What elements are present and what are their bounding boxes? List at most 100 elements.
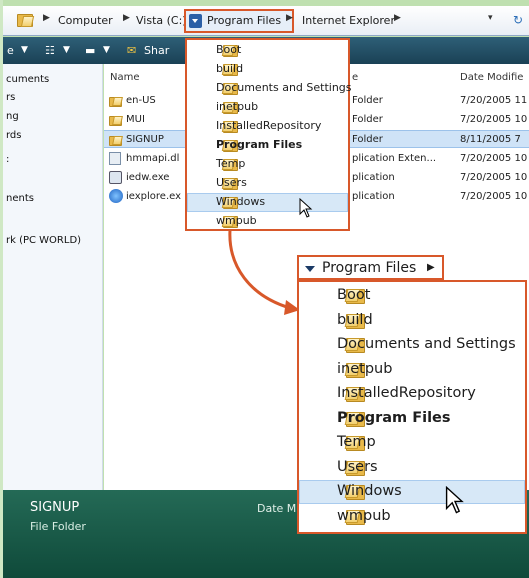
menu-item-label: Program Files — [216, 138, 303, 151]
file-type: plication Exten... — [352, 153, 437, 164]
zoom-menu-item-installedrepository[interactable]: InstalledRepository — [299, 382, 525, 406]
menu-item-label: InstalledRepository — [216, 119, 322, 132]
chevron-right-icon: ▶ — [43, 13, 50, 23]
zoom-menu-item-wmpub[interactable]: wmpub — [299, 505, 525, 529]
file-name: hmmapi.dl — [126, 153, 180, 164]
folder-icon — [194, 43, 238, 58]
file-type: Folder — [352, 134, 383, 145]
chevron-right-icon[interactable]: ▶ — [427, 262, 435, 273]
menu-item-documents-and-settings[interactable]: Documents and Settings — [187, 79, 352, 98]
zoom-menu-item-windows[interactable]: Windows — [299, 480, 525, 504]
folder-icon — [194, 138, 238, 153]
breadcrumb-vista-c[interactable]: Vista (C:) — [136, 14, 187, 27]
folder-icon — [17, 12, 35, 28]
folder-icon — [308, 507, 365, 526]
nav-item-network[interactable]: rk (PC WORLD) — [6, 235, 81, 246]
address-bar[interactable]: ▶ Computer ▶ Vista (C:) Program Files ▶ … — [3, 6, 529, 36]
chevron-down-icon[interactable]: ▼ — [103, 45, 110, 55]
menu-item-label: build — [337, 312, 373, 328]
file-date: 7/20/2005 11 — [460, 95, 528, 106]
details-name: SIGNUP — [30, 500, 80, 515]
folder-icon — [194, 195, 238, 210]
file-name: MUI — [126, 114, 145, 125]
program-files-dropdown: Boot build Documents and Settings inetpu… — [185, 38, 352, 231]
chevron-down-icon[interactable] — [189, 14, 202, 28]
menu-item-label: Windows — [216, 195, 266, 208]
menu-item-inetpub[interactable]: inetpub — [187, 98, 348, 117]
menu-item-program-files[interactable]: Program Files — [187, 136, 348, 155]
chevron-right-icon[interactable]: ▶ — [394, 13, 401, 23]
nav-item-recent[interactable]: nents — [6, 193, 34, 204]
zoomed-breadcrumb-program-files[interactable]: Program Files ▶ — [297, 255, 444, 280]
folder-icon — [194, 176, 238, 191]
menu-item-temp[interactable]: Temp — [187, 155, 348, 174]
ie-file-icon — [109, 189, 123, 203]
views-icon[interactable]: ☷ — [45, 44, 55, 57]
share-button[interactable]: Shar — [144, 44, 169, 57]
menu-item-label: Program Files — [337, 410, 451, 426]
folder-icon — [109, 113, 123, 127]
file-date: 7/20/2005 10 — [460, 172, 528, 183]
refresh-icon[interactable]: ↻ — [513, 13, 523, 27]
file-type: plication — [352, 191, 395, 202]
menu-item-label: InstalledRepository — [337, 385, 476, 401]
breadcrumb-computer[interactable]: Computer — [58, 14, 113, 27]
zoom-menu-item-temp[interactable]: Temp — [299, 431, 525, 455]
zoom-menu-item-program-files[interactable]: Program Files — [299, 407, 525, 431]
menu-item-boot[interactable]: Boot — [187, 41, 348, 60]
file-date: 7/20/2005 10 — [460, 114, 528, 125]
chevron-right-icon[interactable]: ▶ — [123, 13, 130, 23]
folder-icon — [109, 94, 123, 108]
folder-icon — [308, 335, 365, 354]
folder-icon — [194, 100, 238, 115]
column-header-date[interactable]: Date Modifie — [460, 72, 523, 83]
zoom-menu-item-boot[interactable]: Boot — [299, 284, 525, 308]
chevron-down-icon[interactable] — [305, 266, 315, 272]
nav-item-music[interactable]: ng — [6, 111, 19, 122]
column-header-name[interactable]: Name — [110, 72, 140, 83]
file-name: iexplore.ex — [126, 191, 182, 202]
menu-item-installedrepository[interactable]: InstalledRepository — [187, 117, 348, 136]
details-date-label: Date M — [257, 502, 297, 515]
chevron-down-icon[interactable]: ▼ — [63, 45, 70, 55]
column-header-type[interactable]: e — [352, 72, 358, 83]
menu-item-build[interactable]: build — [187, 60, 348, 79]
zoom-menu-item-documents-and-settings[interactable]: Documents and Settings — [299, 333, 525, 357]
history-dropdown-icon[interactable]: ▾ — [488, 13, 493, 23]
file-type: Folder — [352, 114, 383, 125]
nav-item-searches[interactable]: rds — [6, 130, 22, 141]
file-date: 8/11/2005 7 — [460, 134, 521, 145]
file-type: plication — [352, 172, 395, 183]
zoom-menu-item-inetpub[interactable]: inetpub — [299, 358, 525, 382]
file-name: iedw.exe — [126, 172, 170, 183]
breadcrumb-internet-explorer[interactable]: Internet Explorer — [302, 14, 395, 27]
zoom-menu-item-build[interactable]: build — [299, 309, 525, 333]
zoomed-breadcrumb-label: Program Files — [322, 260, 417, 276]
folder-icon — [194, 214, 238, 229]
nav-item-documents[interactable]: cuments — [6, 74, 49, 85]
menu-item-label: Temp — [216, 157, 246, 170]
folder-icon — [194, 81, 238, 96]
layout-icon[interactable]: ▬ — [85, 44, 95, 57]
folder-icon — [308, 311, 365, 330]
nav-item-pictures[interactable]: rs — [6, 92, 15, 103]
menu-item-label: Documents and Settings — [337, 336, 516, 352]
share-icon: ✉ — [127, 44, 137, 57]
file-type: Folder — [352, 95, 383, 106]
breadcrumb-program-files[interactable]: Program Files — [207, 14, 281, 27]
menu-item-label: Boot — [337, 287, 371, 303]
zoom-menu-item-users[interactable]: Users — [299, 456, 525, 480]
menu-item-windows[interactable]: Windows — [187, 193, 348, 212]
folder-icon — [308, 458, 365, 477]
menu-item-users[interactable]: Users — [187, 174, 348, 193]
chevron-down-icon[interactable]: ▼ — [21, 45, 28, 55]
organize-button[interactable]: e — [7, 44, 14, 57]
folder-icon — [109, 133, 123, 147]
file-date: 7/20/2005 10 — [460, 153, 528, 164]
nav-item-computer[interactable]: : — [6, 154, 9, 165]
folder-icon — [308, 409, 365, 428]
chevron-right-icon[interactable]: ▶ — [286, 13, 293, 23]
menu-item-label: wmpub — [337, 508, 391, 524]
folder-icon — [194, 62, 238, 77]
file-name: en-US — [126, 95, 156, 106]
